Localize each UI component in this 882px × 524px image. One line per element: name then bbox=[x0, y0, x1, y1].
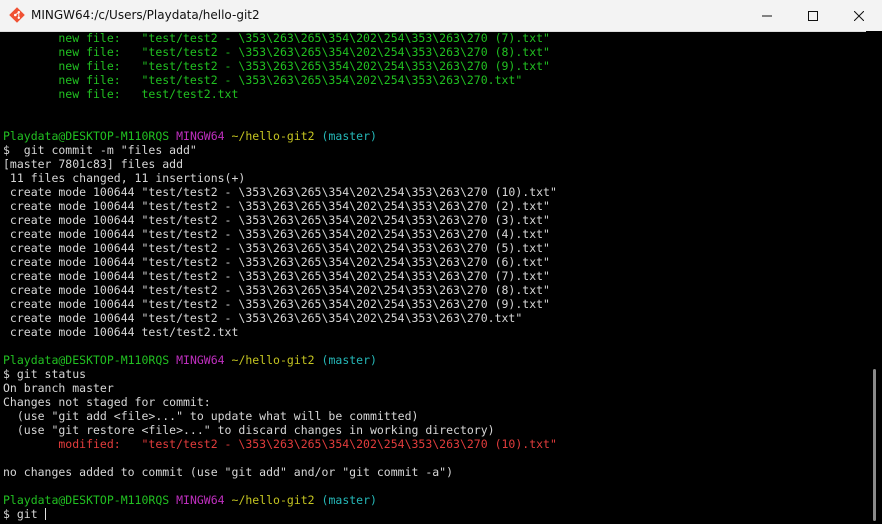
terminal-text: ~/hello-git2 bbox=[231, 493, 315, 507]
terminal-line: create mode 100644 "test/test2 - \353\26… bbox=[3, 227, 865, 241]
terminal-line: Playdata@DESKTOP-M110RQS MINGW64 ~/hello… bbox=[3, 129, 865, 143]
terminal-line: 11 files changed, 11 insertions(+) bbox=[3, 171, 865, 185]
terminal-line: [master 7801c83] files add bbox=[3, 157, 865, 171]
terminal-text: $ git status bbox=[3, 367, 87, 381]
title-bar[interactable]: MINGW64:/c/Users/Playdata/hello-git2 bbox=[0, 0, 882, 32]
minimize-icon bbox=[762, 15, 772, 16]
terminal-text: new file: "test/test2 - \353\263\265\354… bbox=[3, 73, 523, 87]
terminal-line: create mode 100644 "test/test2 - \353\26… bbox=[3, 185, 865, 199]
terminal-text: 11 files changed, 11 insertions(+) bbox=[3, 171, 246, 185]
terminal-text: new file: test/test2.txt bbox=[3, 87, 239, 101]
terminal-line: Playdata@DESKTOP-M110RQS MINGW64 ~/hello… bbox=[3, 353, 865, 367]
terminal-text: Playdata@DESKTOP-M110RQS bbox=[3, 129, 170, 143]
terminal-text: create mode 100644 "test/test2 - \353\26… bbox=[3, 269, 550, 283]
terminal-text: Changes not staged for commit: bbox=[3, 395, 211, 409]
terminal-line: new file: "test/test2 - \353\263\265\354… bbox=[3, 45, 865, 59]
terminal-line: new file: "test/test2 - \353\263\265\354… bbox=[3, 59, 865, 73]
terminal-line: create mode 100644 "test/test2 - \353\26… bbox=[3, 269, 865, 283]
terminal-text: new file: "test/test2 - \353\263\265\354… bbox=[3, 31, 550, 45]
maximize-icon bbox=[808, 10, 818, 21]
command-input-line[interactable]: $ git bbox=[3, 507, 865, 521]
terminal-text: create mode 100644 "test/test2 - \353\26… bbox=[3, 283, 550, 297]
maximize-button[interactable] bbox=[790, 0, 836, 31]
terminal-line: (use "git restore <file>..." to discard … bbox=[3, 423, 865, 437]
text-cursor bbox=[44, 508, 46, 520]
terminal-text: modified: "test/test2 - \353\263\265\354… bbox=[3, 437, 557, 451]
vertical-scrollbar[interactable] bbox=[866, 31, 882, 524]
close-icon bbox=[854, 10, 864, 21]
terminal-line: new file: "test/test2 - \353\263\265\354… bbox=[3, 73, 865, 87]
terminal-line: new file: "test/test2 - \353\263\265\354… bbox=[3, 31, 865, 45]
terminal-text: (use "git add <file>..." to update what … bbox=[3, 409, 419, 423]
terminal-text: [master 7801c83] files add bbox=[3, 157, 184, 171]
scrollbar-thumb[interactable] bbox=[873, 369, 876, 521]
terminal-line: modified: "test/test2 - \353\263\265\354… bbox=[3, 437, 865, 451]
terminal-line: create mode 100644 "test/test2 - \353\26… bbox=[3, 297, 865, 311]
terminal-text: new file: "test/test2 - \353\263\265\354… bbox=[3, 45, 550, 59]
command-prompt: $ bbox=[3, 507, 17, 521]
terminal-text: Playdata@DESKTOP-M110RQS bbox=[3, 353, 170, 367]
minimize-button[interactable] bbox=[744, 0, 790, 31]
terminal-text: create mode 100644 "test/test2 - \353\26… bbox=[3, 297, 550, 311]
terminal-text: Playdata@DESKTOP-M110RQS bbox=[3, 493, 170, 507]
terminal-line: create mode 100644 "test/test2 - \353\26… bbox=[3, 255, 865, 269]
terminal-line: create mode 100644 "test/test2 - \353\26… bbox=[3, 213, 865, 227]
terminal-line: (use "git add <file>..." to update what … bbox=[3, 409, 865, 423]
terminal-line: create mode 100644 "test/test2 - \353\26… bbox=[3, 199, 865, 213]
terminal-text: $ git commit -m "files add" bbox=[3, 143, 197, 157]
terminal-text: create mode 100644 "test/test2 - \353\26… bbox=[3, 213, 550, 227]
terminal-text: create mode 100644 "test/test2 - \353\26… bbox=[3, 185, 557, 199]
terminal-text: ~/hello-git2 bbox=[231, 129, 315, 143]
terminal-output[interactable]: new file: "test/test2 - \353\263\265\354… bbox=[3, 31, 865, 524]
terminal-text: MINGW64 bbox=[176, 129, 225, 143]
terminal-line: Playdata@DESKTOP-M110RQS MINGW64 ~/hello… bbox=[3, 493, 865, 507]
terminal-line: On branch master bbox=[3, 381, 865, 395]
window-title: MINGW64:/c/Users/Playdata/hello-git2 bbox=[31, 8, 260, 22]
terminal-text: (use "git restore <file>..." to discard … bbox=[3, 423, 495, 437]
terminal-text: ~/hello-git2 bbox=[231, 353, 315, 367]
terminal-text: MINGW64 bbox=[176, 493, 225, 507]
terminal-text: (master) bbox=[321, 353, 377, 367]
close-button[interactable] bbox=[836, 0, 882, 31]
terminal-line: create mode 100644 "test/test2 - \353\26… bbox=[3, 241, 865, 255]
terminal-text: create mode 100644 "test/test2 - \353\26… bbox=[3, 241, 550, 255]
command-input[interactable]: git bbox=[17, 507, 45, 521]
terminal-text: create mode 100644 test/test2.txt bbox=[3, 325, 239, 339]
terminal-text: create mode 100644 "test/test2 - \353\26… bbox=[3, 311, 523, 325]
terminal-text: new file: "test/test2 - \353\263\265\354… bbox=[3, 59, 550, 73]
terminal-line: $ git status bbox=[3, 367, 865, 381]
terminal-line: create mode 100644 test/test2.txt bbox=[3, 325, 865, 339]
terminal-line: create mode 100644 "test/test2 - \353\26… bbox=[3, 311, 865, 325]
terminal-text: create mode 100644 "test/test2 - \353\26… bbox=[3, 199, 550, 213]
terminal-line: Changes not staged for commit: bbox=[3, 395, 865, 409]
terminal-text: MINGW64 bbox=[176, 353, 225, 367]
terminal-line: no changes added to commit (use "git add… bbox=[3, 465, 865, 479]
terminal-text: no changes added to commit (use "git add… bbox=[3, 465, 454, 479]
terminal-text: (master) bbox=[321, 493, 377, 507]
git-bash-icon bbox=[9, 7, 25, 23]
terminal-line: $ git commit -m "files add" bbox=[3, 143, 865, 157]
terminal-text: create mode 100644 "test/test2 - \353\26… bbox=[3, 227, 550, 241]
terminal-text: create mode 100644 "test/test2 - \353\26… bbox=[3, 255, 550, 269]
terminal-line: create mode 100644 "test/test2 - \353\26… bbox=[3, 283, 865, 297]
terminal-text: On branch master bbox=[3, 381, 114, 395]
terminal-text: (master) bbox=[321, 129, 377, 143]
terminal-line: new file: test/test2.txt bbox=[3, 87, 865, 101]
